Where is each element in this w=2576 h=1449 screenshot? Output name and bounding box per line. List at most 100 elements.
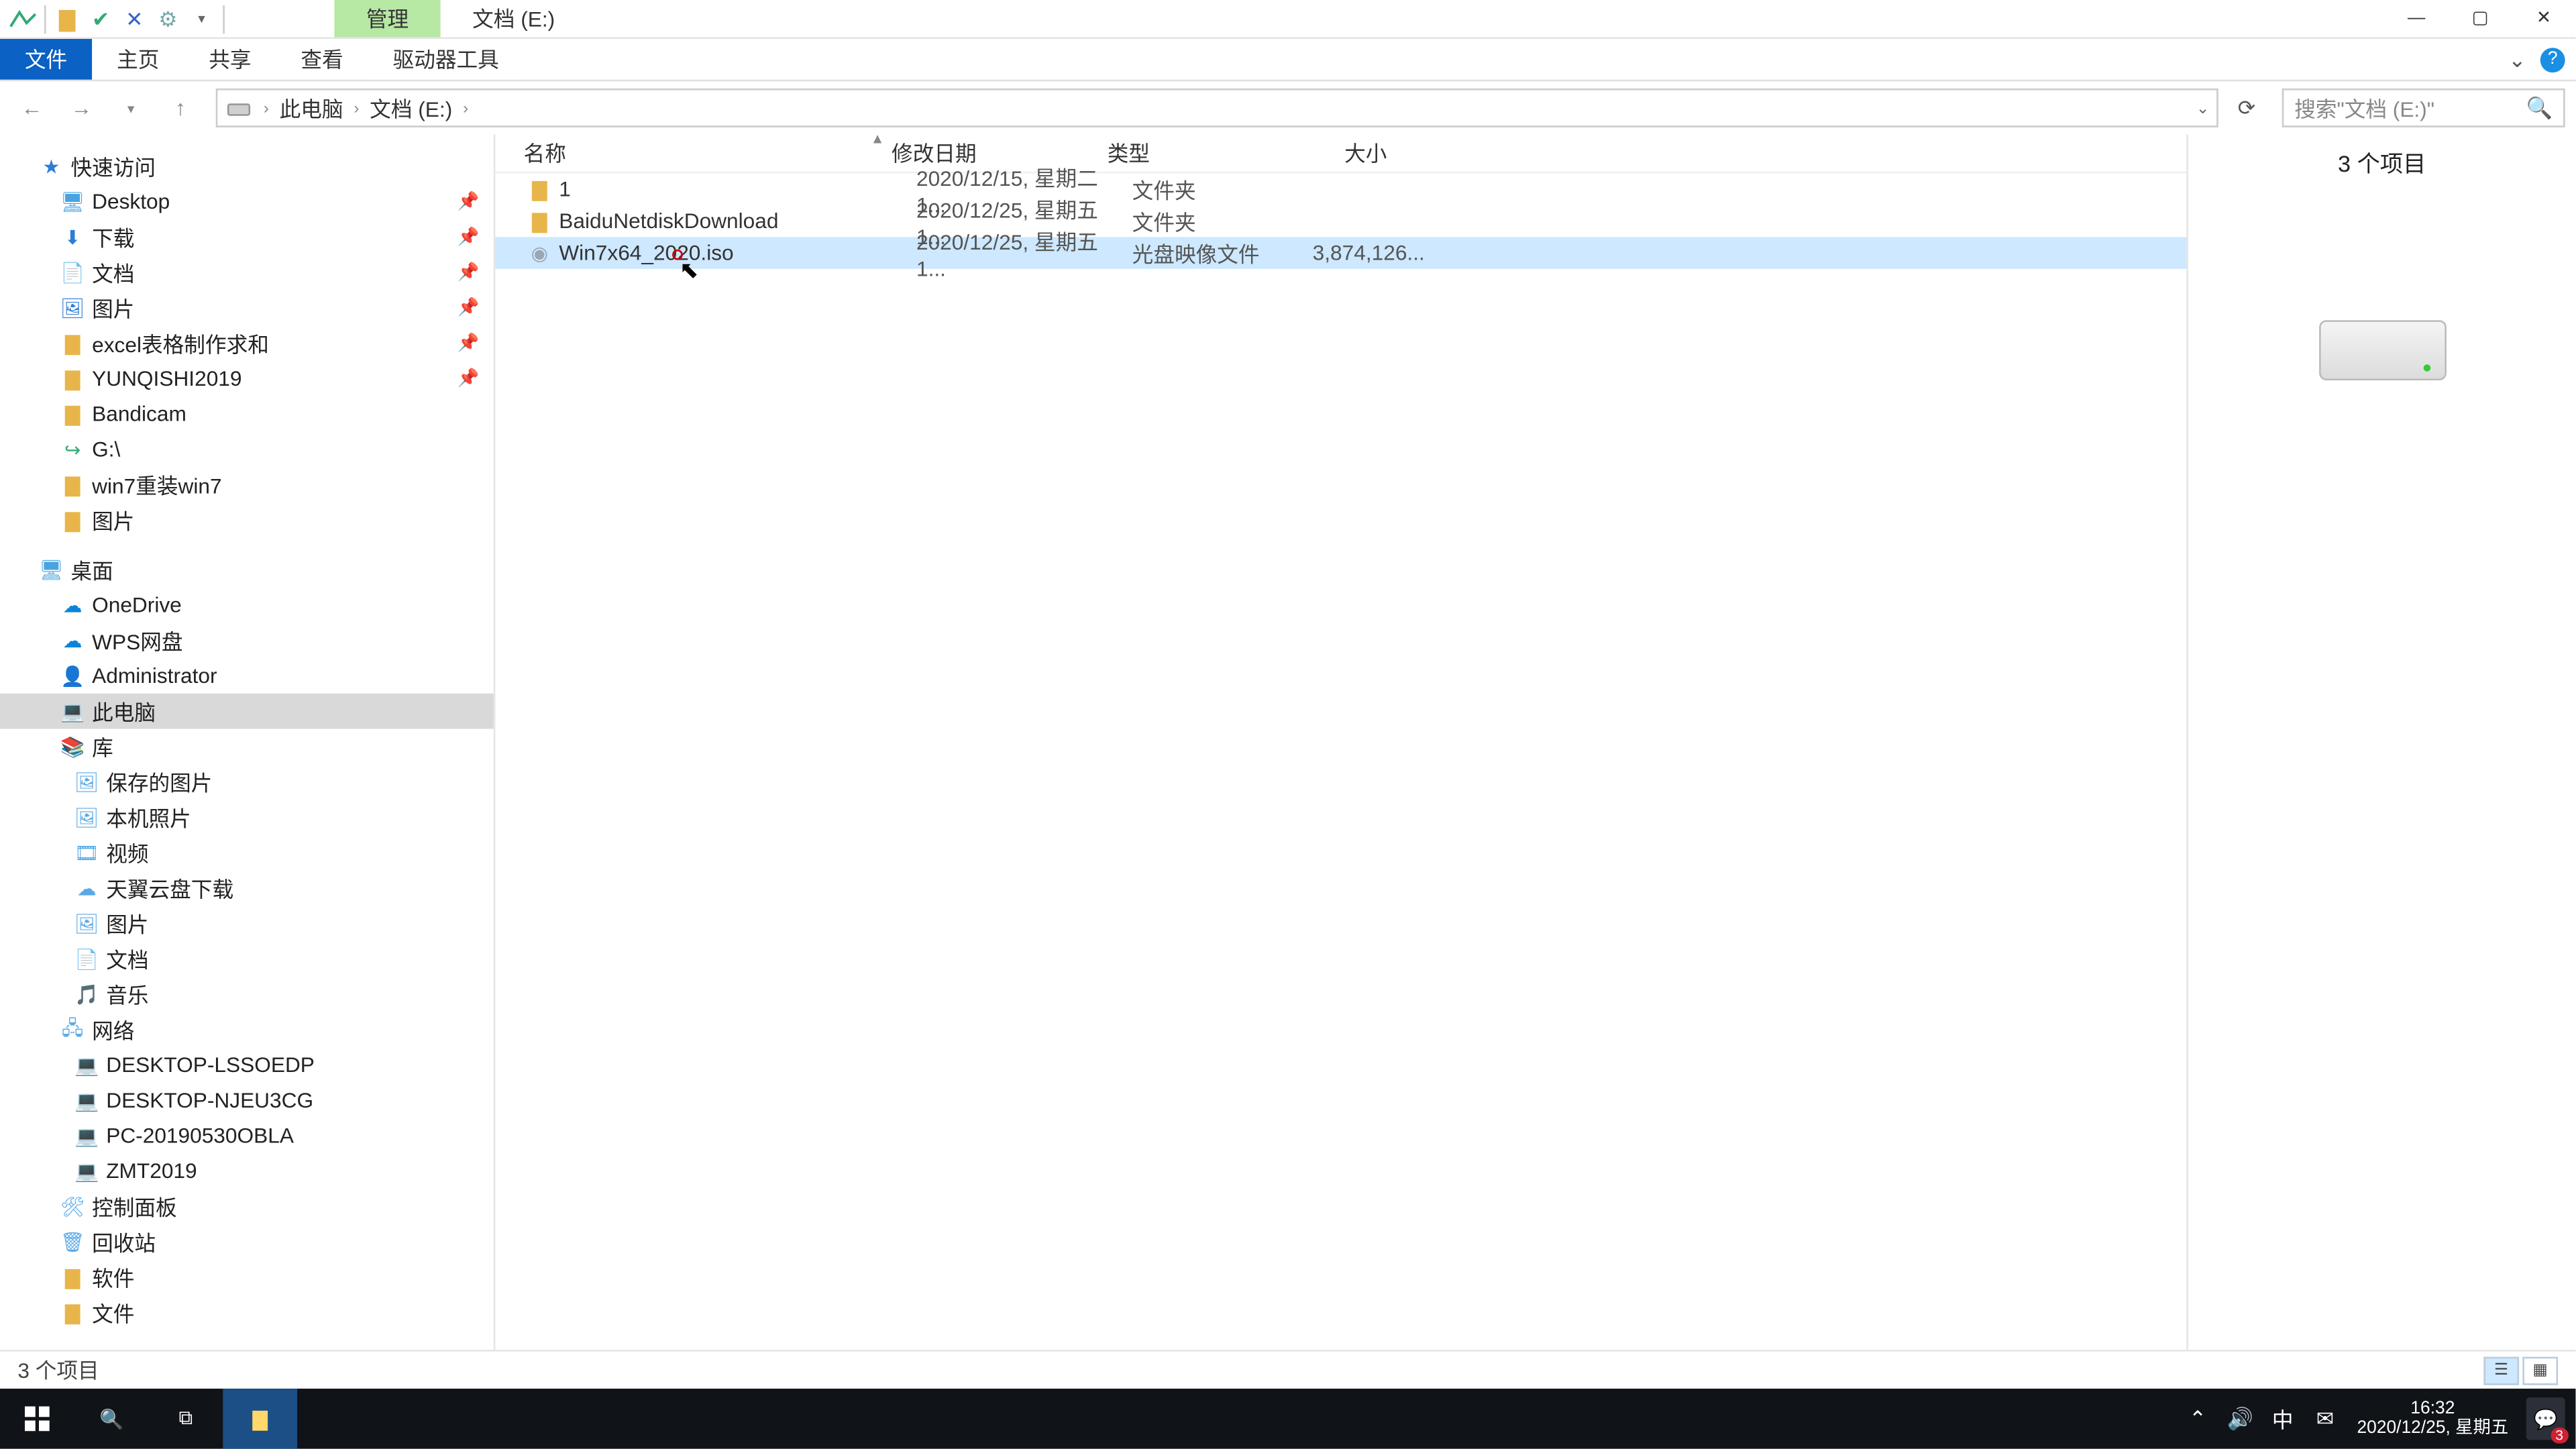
nav-pictures3[interactable]: 🖼图片 [0, 906, 494, 941]
nav-software[interactable]: ▇软件 [0, 1260, 494, 1295]
explorer-taskbar-icon[interactable]: ▇ [223, 1389, 297, 1449]
nav-desktop-root[interactable]: 🖥桌面 [0, 552, 494, 588]
ribbon-tab-drive-tools[interactable]: 驱动器工具 [368, 39, 524, 80]
desktop-icon: 🖥 [39, 557, 64, 582]
preview-pane: 3 个项目 [2186, 134, 2575, 1404]
nav-excel-folder[interactable]: ▇excel表格制作求和📌 [0, 325, 494, 361]
task-view-button[interactable]: ⧉ [149, 1389, 223, 1449]
nav-win7reinstall[interactable]: ▇win7重装win7 [0, 467, 494, 502]
search-button[interactable]: 🔍 [74, 1389, 149, 1449]
nav-network[interactable]: 🖧网络 [0, 1012, 494, 1047]
ribbon-tab-file[interactable]: 文件 [0, 39, 92, 80]
nav-bandicam[interactable]: ▇Bandicam [0, 396, 494, 432]
nav-pictures2[interactable]: ▇图片 [0, 502, 494, 538]
file-list[interactable]: 名称▲ 修改日期 类型 大小 ▇ 1 2020/12/15, 星期二 1... … [495, 134, 2186, 1404]
library-icon: 📚 [60, 734, 85, 759]
nav-quick-access[interactable]: ★快速访问 [0, 149, 494, 184]
file-row[interactable]: ▇ BaiduNetdiskDownload 2020/12/25, 星期五 1… [495, 205, 2186, 237]
nav-zmt2019[interactable]: 💻ZMT2019 [0, 1153, 494, 1189]
nav-saved-pictures[interactable]: 🖼保存的图片 [0, 764, 494, 800]
nav-desktop[interactable]: 🖥Desktop📌 [0, 184, 494, 219]
nav-recycle-bin[interactable]: 🗑回收站 [0, 1224, 494, 1260]
column-size[interactable]: 大小 [1288, 138, 1394, 168]
nav-music[interactable]: 🎵音乐 [0, 977, 494, 1012]
chevron-right-icon[interactable]: › [350, 99, 362, 117]
up-button[interactable]: ↑ [159, 87, 201, 129]
column-type[interactable]: 类型 [1108, 138, 1288, 168]
details-view-icon[interactable]: ☰ [2483, 1356, 2519, 1384]
help-icon[interactable]: ? [2540, 47, 2565, 72]
control-panel-icon: 🛠 [60, 1194, 85, 1219]
explorer-body: ★快速访问 🖥Desktop📌 ⬇下载📌 📄文档📌 🖼图片📌 ▇excel表格制… [0, 134, 2575, 1404]
nav-wps[interactable]: ☁WPS网盘 [0, 623, 494, 658]
nav-pc-njeu3cg[interactable]: 💻DESKTOP-NJEU3CG [0, 1083, 494, 1118]
volume-icon[interactable]: 🔊 [2219, 1406, 2261, 1431]
breadcrumb[interactable]: › 此电脑 › 文档 (E:) › ⌄ [216, 89, 2218, 127]
search-placeholder: 搜索"文档 (E:)" [2294, 93, 2434, 123]
nav-pc-lssoedp[interactable]: 💻DESKTOP-LSSOEDP [0, 1047, 494, 1083]
close-x-icon[interactable]: ✕ [119, 3, 150, 34]
nav-tianyi[interactable]: ☁天翼云盘下载 [0, 870, 494, 906]
address-dropdown-icon[interactable]: ⌄ [2196, 98, 2210, 117]
maximize-button[interactable]: ▢ [2449, 0, 2512, 37]
crumb-this-pc[interactable]: 此电脑 [280, 93, 343, 123]
search-input[interactable]: 搜索"文档 (E:)" 🔍 [2282, 89, 2565, 127]
nav-pictures[interactable]: 🖼图片📌 [0, 290, 494, 325]
back-button[interactable]: ← [11, 87, 53, 129]
nav-pc-2019[interactable]: 💻PC-20190530OBLA [0, 1118, 494, 1154]
nav-videos[interactable]: 🎞视频 [0, 835, 494, 871]
forward-button[interactable]: → [60, 87, 103, 129]
nav-documents3[interactable]: ▇文件 [0, 1295, 494, 1330]
nav-administrator[interactable]: 👤Administrator [0, 658, 494, 694]
folder-icon[interactable]: ▇ [51, 3, 83, 34]
preview-count: 3 个项目 [2188, 145, 2576, 178]
tray-overflow-icon[interactable]: ⌃ [2177, 1406, 2219, 1431]
crumb-drive-e[interactable]: 文档 (E:) [370, 93, 452, 123]
ribbon-tab-share[interactable]: 共享 [184, 39, 276, 80]
minimize-button[interactable]: — [2385, 0, 2449, 37]
icons-view-icon[interactable]: ▦ [2522, 1356, 2558, 1384]
close-button[interactable]: ✕ [2512, 0, 2576, 37]
nav-this-pc[interactable]: 💻此电脑 [0, 694, 494, 729]
search-icon[interactable]: 🔍 [2526, 95, 2553, 120]
nav-yunqishi[interactable]: ▇YUNQISHI2019📌 [0, 361, 494, 396]
chevron-right-icon[interactable]: › [260, 99, 272, 117]
start-button[interactable] [0, 1389, 74, 1449]
check-icon[interactable]: ✔ [85, 3, 117, 34]
sort-asc-icon: ▲ [871, 131, 885, 147]
qat-dropdown-icon[interactable]: ▾ [186, 3, 217, 34]
chevron-right-icon[interactable]: › [460, 99, 472, 117]
nav-camera-roll[interactable]: 🖼本机照片 [0, 800, 494, 835]
clock[interactable]: 16:32 2020/12/25, 星期五 [2347, 1399, 2519, 1438]
ribbon-tab-view[interactable]: 查看 [276, 39, 368, 80]
drive-artwork-icon [2318, 320, 2446, 380]
ime-indicator[interactable]: 中 [2261, 1403, 2304, 1434]
nav-libraries[interactable]: 📚库 [0, 729, 494, 764]
nav-documents2[interactable]: 📄文档 [0, 941, 494, 977]
file-row[interactable]: ◉ Win7x64_2020.iso 2020/12/25, 星期五 1... … [495, 237, 2186, 268]
contextual-tab-manage[interactable]: 管理 [334, 0, 440, 37]
pc-icon: 💻 [74, 1053, 99, 1077]
star-icon: ★ [39, 154, 64, 178]
recent-dropdown-icon[interactable]: ▾ [109, 87, 152, 129]
gear-icon[interactable]: ⚙ [152, 3, 184, 34]
pin-icon: 📌 [458, 369, 480, 388]
drive-icon [225, 94, 253, 122]
quick-access-toolbar: ▇ ✔ ✕ ⚙ ▾ [0, 3, 228, 34]
system-tray: ⌃ 🔊 中 ✉ 16:32 2020/12/25, 星期五 💬3 [2177, 1389, 2576, 1449]
mail-icon[interactable]: ✉ [2304, 1406, 2346, 1431]
refresh-button[interactable]: ⟳ [2225, 87, 2267, 129]
column-name[interactable]: 名称▲ [495, 138, 892, 168]
file-row[interactable]: ▇ 1 2020/12/15, 星期二 1... 文件夹 [495, 173, 2186, 205]
nav-g-drive[interactable]: ↪G:\ [0, 431, 494, 467]
pictures-icon: 🖼 [74, 911, 99, 936]
desktop-icon: 🖥 [60, 189, 85, 214]
address-bar: ← → ▾ ↑ › 此电脑 › 文档 (E:) › ⌄ ⟳ 搜索"文档 (E:)… [0, 81, 2575, 134]
action-center-icon[interactable]: 💬3 [2526, 1397, 2565, 1440]
nav-control-panel[interactable]: 🛠控制面板 [0, 1189, 494, 1224]
ribbon-tab-home[interactable]: 主页 [92, 39, 184, 80]
ribbon-collapse-icon[interactable]: ⌄ [2508, 47, 2526, 72]
nav-downloads[interactable]: ⬇下载📌 [0, 219, 494, 255]
nav-onedrive[interactable]: ☁OneDrive [0, 587, 494, 623]
nav-documents[interactable]: 📄文档📌 [0, 255, 494, 290]
